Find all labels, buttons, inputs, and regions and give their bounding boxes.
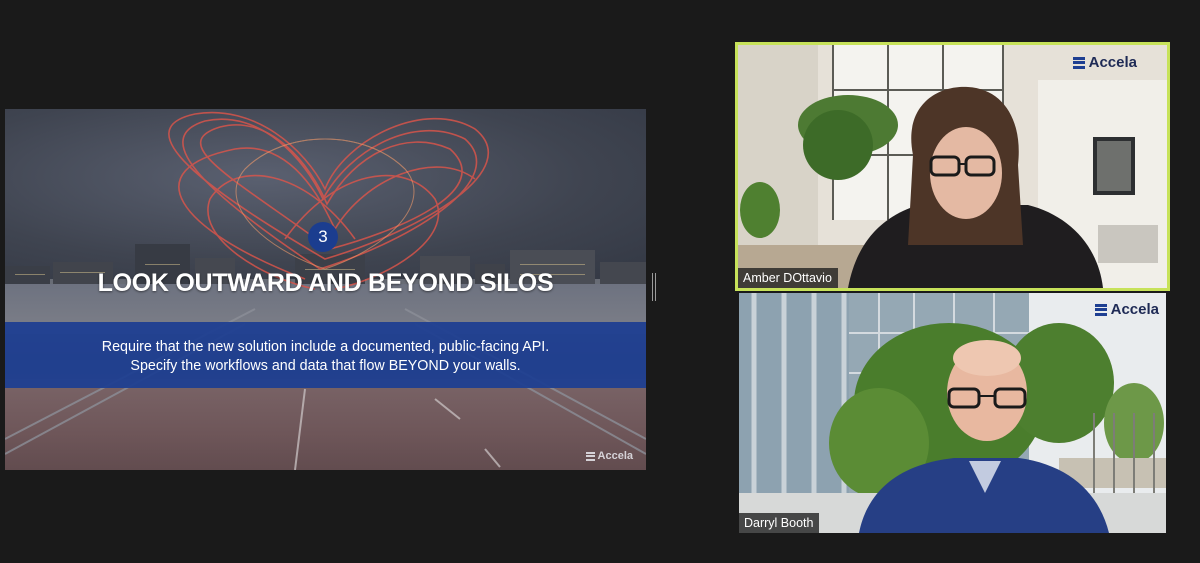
- shared-screen-slide: 3 LOOK OUTWARD AND BEYOND SILOS Require …: [5, 109, 646, 470]
- participant-name-label: Darryl Booth: [739, 513, 820, 533]
- tile-logo-text: Accela: [1088, 54, 1137, 71]
- tile-logo-text: Accela: [1110, 301, 1159, 318]
- tile-logo-amber: Accela: [1072, 54, 1137, 71]
- step-number-badge: 3: [308, 222, 338, 252]
- participant-video-darryl: [739, 293, 1166, 533]
- video-tile-darryl[interactable]: Accela Darryl Booth: [739, 293, 1166, 533]
- accela-logo-icon: [1072, 56, 1085, 69]
- participant-name-label: Amber DOttavio: [738, 268, 838, 288]
- slide-logo-text: Accela: [597, 450, 633, 462]
- slide-title: LOOK OUTWARD AND BEYOND SILOS: [97, 269, 554, 297]
- slide-body-line-2: Specify the workflows and data that flow…: [130, 358, 521, 374]
- slide-logo: Accela: [585, 450, 633, 462]
- panel-resize-handle[interactable]: [652, 273, 656, 301]
- slide-body-line-1: Require that the new solution include a …: [101, 339, 550, 355]
- accela-logo-icon: [1094, 303, 1107, 316]
- video-tile-amber[interactable]: Accela Amber DOttavio: [735, 42, 1170, 291]
- slide-text-band: [5, 322, 646, 388]
- accela-logo-icon: [585, 451, 595, 461]
- tile-logo-darryl: Accela: [1094, 301, 1159, 318]
- participant-video-amber: [738, 45, 1167, 288]
